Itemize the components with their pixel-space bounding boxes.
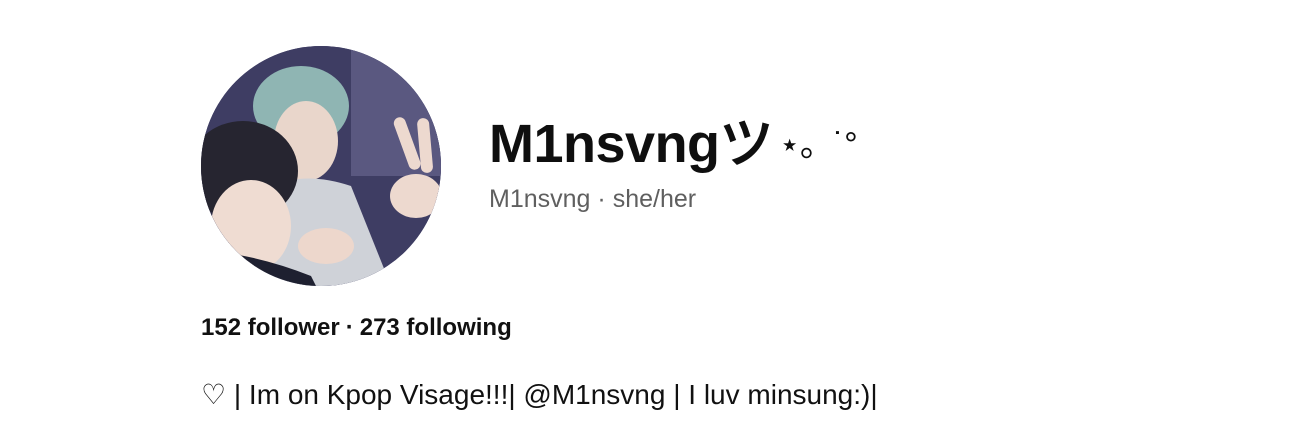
display-name-decoration: ⋆。˙°: [779, 126, 858, 164]
subline-separator: ·: [597, 185, 606, 213]
avatar[interactable]: [201, 46, 441, 286]
stats-separator: ·: [345, 314, 354, 341]
follow-stats: 152 follower · 273 following: [201, 314, 512, 342]
avatar-photo-icon: [201, 46, 441, 286]
username: M1nsvng: [489, 185, 591, 213]
display-name: M1nsvngツ ⋆。˙°: [489, 112, 858, 177]
following-link[interactable]: 273 following: [360, 314, 512, 341]
profile-bio: ♡ | Im on Kpop Visage!!!| @M1nsvng | I l…: [201, 379, 878, 410]
profile-subline: M1nsvng · she/her: [489, 185, 857, 214]
pronouns: she/her: [612, 185, 697, 213]
followers-link[interactable]: 152 follower: [201, 314, 340, 341]
profile-identity: M1nsvngツ ⋆。˙° M1nsvng · she/her: [489, 112, 858, 214]
display-name-text: M1nsvngツ: [489, 114, 774, 174]
